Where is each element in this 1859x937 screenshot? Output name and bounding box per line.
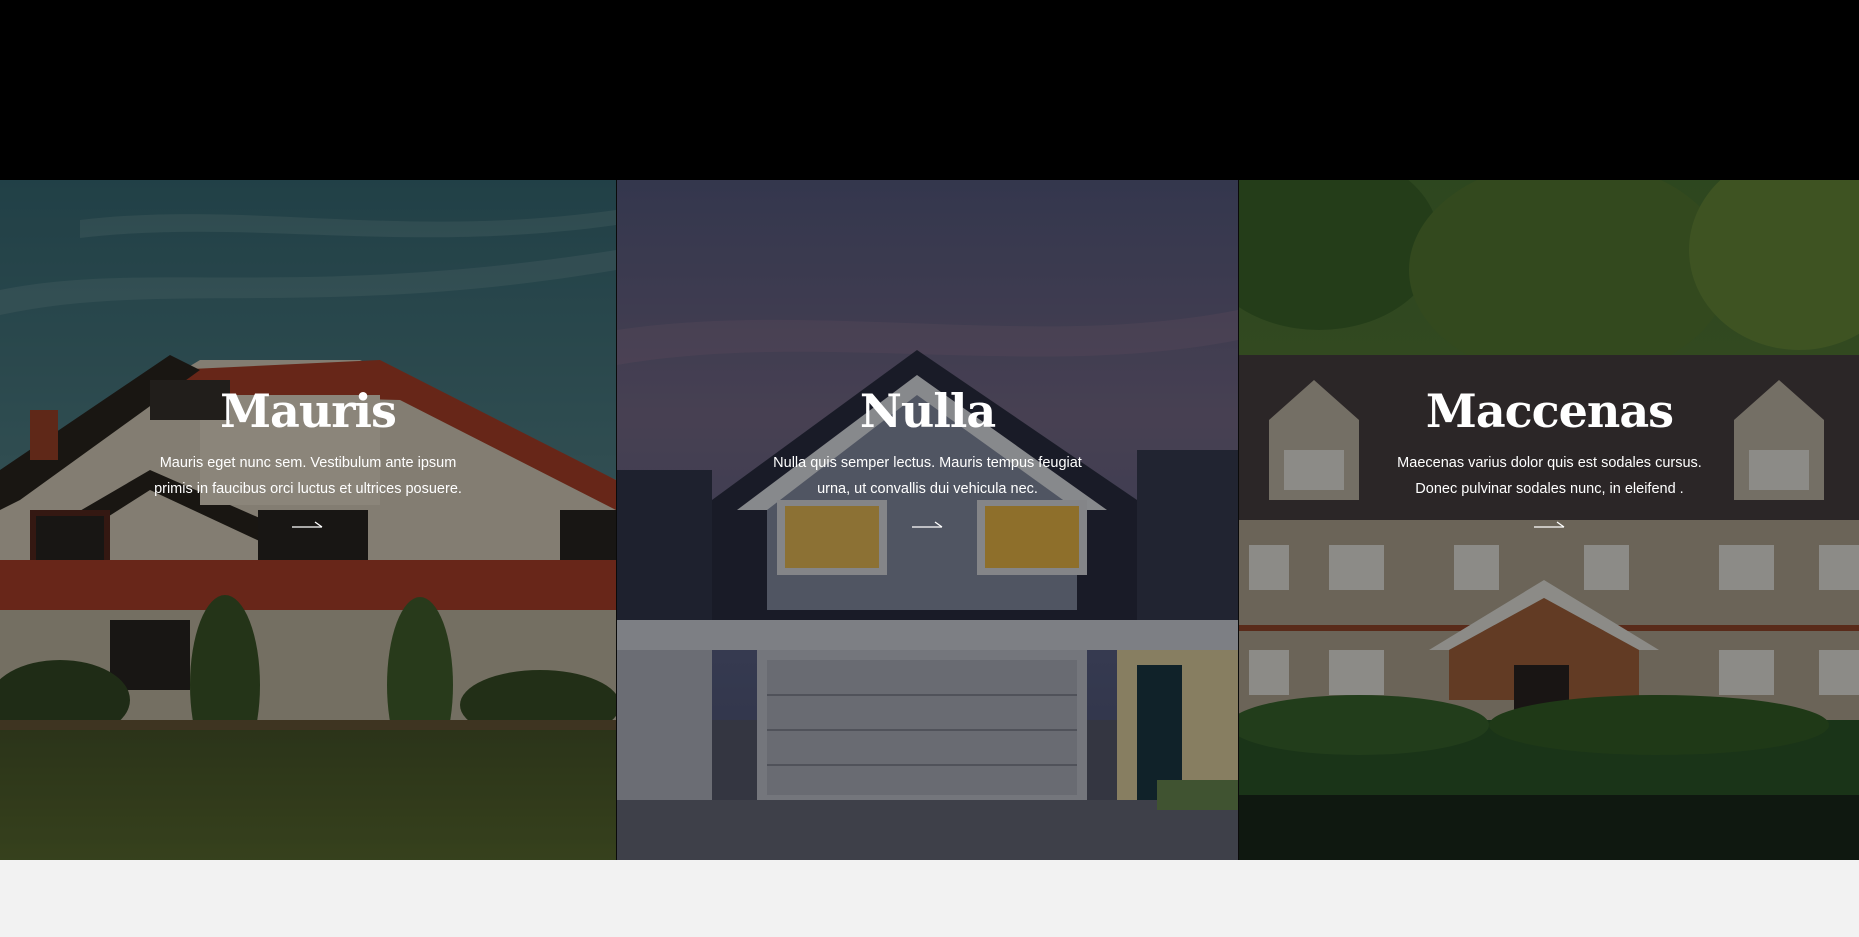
- panel-description: Nulla quis semper lectus. Mauris tempus …: [773, 454, 1082, 497]
- panel-mauris[interactable]: Mauris Mauris eget nunc sem. Vestibulum …: [0, 180, 616, 860]
- arrow-right-icon[interactable]: [911, 518, 945, 532]
- panel-title: Nulla: [859, 384, 996, 438]
- arrow-right-icon[interactable]: [291, 518, 325, 532]
- panel-title: Maccenas: [1425, 384, 1674, 438]
- property-panels: Mauris Mauris eget nunc sem. Vestibulum …: [0, 180, 1859, 860]
- panel-caption: Nulla Nulla quis semper lectus. Mauris t…: [617, 385, 1238, 537]
- top-header-bar: [0, 0, 1859, 180]
- panel-maccenas[interactable]: Maccenas Maecenas varius dolor quis est …: [1238, 180, 1859, 860]
- panel-caption: Maccenas Maecenas varius dolor quis est …: [1239, 385, 1859, 537]
- panel-description: Mauris eget nunc sem. Vestibulum ante ip…: [154, 454, 462, 497]
- panel-nulla[interactable]: Nulla Nulla quis semper lectus. Mauris t…: [616, 180, 1238, 860]
- page-background: [0, 860, 1859, 937]
- panel-caption: Mauris Mauris eget nunc sem. Vestibulum …: [0, 385, 616, 537]
- panel-title: Mauris: [220, 384, 397, 438]
- panel-description: Maecenas varius dolor quis est sodales c…: [1397, 454, 1702, 497]
- arrow-right-icon[interactable]: [1533, 518, 1567, 532]
